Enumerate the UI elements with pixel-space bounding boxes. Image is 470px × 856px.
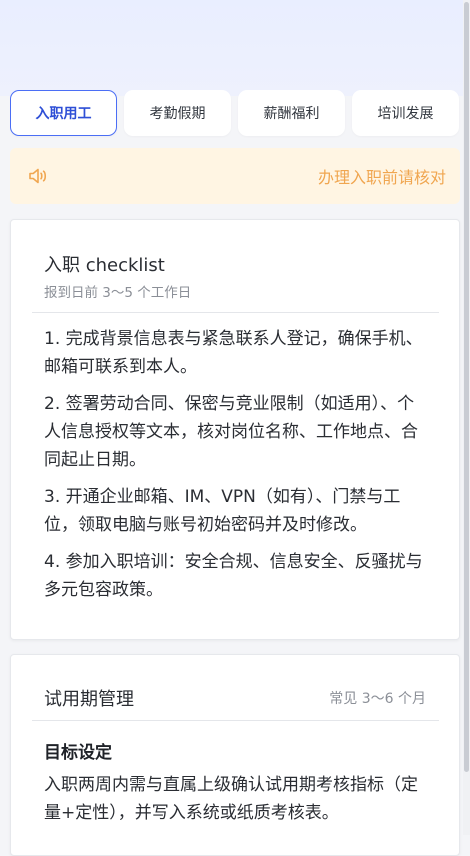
card-title: 试用期管理 bbox=[44, 689, 134, 710]
list-item: 2. 签署劳动合同、保密与竞业限制（如适用）、个人信息授权等文本，核对岗位名称、… bbox=[44, 394, 418, 470]
header-background bbox=[0, 0, 470, 96]
tab-onboarding[interactable]: 入职用工 bbox=[10, 90, 117, 136]
checklist: 1. 完成背景信息表与紧急联系人登记，确保手机、邮箱可联系到本人。 2. 签署劳… bbox=[44, 325, 429, 613]
scrollbar-thumb[interactable] bbox=[464, 2, 469, 772]
divider bbox=[32, 312, 439, 313]
list-item: 4. 参加入职培训：安全合规、信息安全、反骚扰与多元包容政策。 bbox=[44, 552, 423, 600]
card-title: 入职 checklist bbox=[44, 255, 165, 276]
list-item: 1. 完成背景信息表与紧急联系人登记，确保手机、邮箱可联系到本人。 bbox=[44, 329, 423, 377]
notice-text: 办理入职前请核对 bbox=[318, 168, 447, 187]
category-tabs: 入职用工 考勤假期 薪酬福利 培训发展 bbox=[10, 90, 470, 138]
tab-compensation-benefits[interactable]: 薪酬福利 bbox=[238, 90, 345, 136]
notice-bar: 办理入职前请核对 bbox=[10, 148, 460, 204]
speaker-icon bbox=[29, 168, 47, 184]
tab-attendance-leave[interactable]: 考勤假期 bbox=[124, 90, 231, 136]
scrollbar[interactable] bbox=[463, 0, 470, 835]
duration-tag: 常见 3～6 个月 bbox=[329, 691, 426, 707]
section-heading: 目标设定 bbox=[44, 743, 112, 763]
list-item: 3. 开通企业邮箱、IM、VPN（如有）、门禁与工位，领取电脑与账号初始密码并及… bbox=[44, 487, 401, 535]
onboarding-checklist-card: 入职 checklist 报到日前 3～5 个工作日 1. 完成背景信息表与紧急… bbox=[10, 219, 460, 640]
divider bbox=[32, 720, 439, 721]
tab-training-development[interactable]: 培训发展 bbox=[352, 90, 459, 136]
probation-management-card: 试用期管理 常见 3～6 个月 目标设定 入职两周内需与直属上级确认试用期考核指… bbox=[10, 654, 460, 856]
card-subtitle: 报到日前 3～5 个工作日 bbox=[44, 285, 192, 301]
section-body: 入职两周内需与直属上级确认试用期考核指标（定量+定性），并写入系统或纸质考核表。 bbox=[44, 775, 418, 823]
